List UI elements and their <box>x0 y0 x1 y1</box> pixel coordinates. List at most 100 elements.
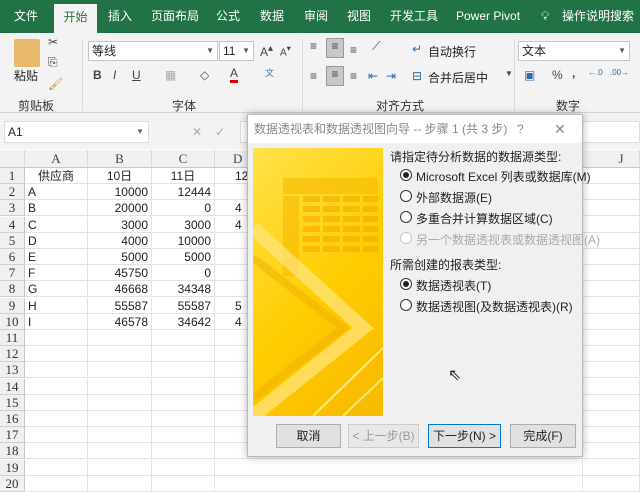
cell[interactable] <box>583 200 640 217</box>
cell[interactable] <box>25 459 88 476</box>
row-header[interactable]: 17 <box>0 427 25 444</box>
cell[interactable] <box>583 330 640 346</box>
tab-data[interactable]: 数据 <box>254 0 290 33</box>
paste-icon[interactable] <box>14 39 40 67</box>
cell[interactable] <box>88 459 152 476</box>
tab-home[interactable]: 开始 <box>54 4 97 33</box>
row-header[interactable]: 20 <box>0 475 25 492</box>
cell[interactable]: 45750 <box>88 265 152 282</box>
radio-button[interactable] <box>400 211 412 223</box>
cell[interactable]: 12444 <box>152 184 215 201</box>
percent-button[interactable]: % <box>552 68 563 82</box>
increase-decimal-icon[interactable]: ←.0 <box>588 68 603 77</box>
orientation-icon[interactable]: ⟋ <box>372 39 380 54</box>
cell[interactable] <box>215 459 583 476</box>
cut-icon[interactable]: ✂ <box>48 35 58 49</box>
cell[interactable] <box>88 394 152 411</box>
row-header[interactable]: 8 <box>0 281 25 298</box>
cell[interactable] <box>583 249 640 265</box>
cell[interactable]: C <box>25 216 88 233</box>
merge-icon[interactable]: ⊟ <box>412 69 422 83</box>
cell[interactable] <box>88 346 152 363</box>
cell[interactable]: 5000 <box>152 249 215 265</box>
cell[interactable] <box>88 411 152 427</box>
cell[interactable]: G <box>25 281 88 298</box>
cell[interactable] <box>25 330 88 346</box>
tab-developer[interactable]: 开发工具 <box>384 0 444 33</box>
align-center-icon[interactable]: ≡ <box>326 66 344 86</box>
column-header[interactable]: B <box>88 150 152 168</box>
radio-button[interactable] <box>400 190 412 202</box>
cell[interactable] <box>25 411 88 427</box>
next-button[interactable]: 下一步(N) > <box>428 424 501 448</box>
cell[interactable]: 20000 <box>88 200 152 217</box>
cell[interactable]: 供应商 <box>25 168 88 184</box>
cell[interactable]: 0 <box>152 265 215 282</box>
cell[interactable]: 5000 <box>88 249 152 265</box>
cell[interactable] <box>152 411 215 427</box>
tab-formulas[interactable]: 公式 <box>210 0 246 33</box>
cell[interactable] <box>583 378 640 395</box>
cell[interactable] <box>583 459 640 476</box>
tab-page-layout[interactable]: 页面布局 <box>145 0 205 33</box>
cell[interactable] <box>583 362 640 379</box>
cell[interactable] <box>583 427 640 444</box>
cell[interactable] <box>25 443 88 460</box>
cell[interactable]: 4000 <box>88 232 152 249</box>
align-left-icon[interactable]: ≡ <box>310 69 317 83</box>
column-header[interactable]: J <box>583 150 640 168</box>
wrap-text-icon[interactable]: ↵ <box>412 42 422 56</box>
row-header[interactable]: 10 <box>0 313 25 330</box>
align-right-icon[interactable]: ≡ <box>350 69 357 83</box>
row-header[interactable]: 18 <box>0 443 25 460</box>
increase-font-icon[interactable]: A▴ <box>260 43 273 59</box>
row-header[interactable]: 2 <box>0 184 25 201</box>
cell[interactable] <box>583 168 640 184</box>
decrease-indent-icon[interactable]: ⇤ <box>368 69 378 83</box>
name-box[interactable]: A1 ▼ <box>4 121 149 143</box>
cell[interactable]: 10000 <box>152 232 215 249</box>
tab-view[interactable]: 视图 <box>341 0 377 33</box>
select-all-corner[interactable] <box>0 150 25 168</box>
cell[interactable]: 3000 <box>152 216 215 233</box>
cell[interactable] <box>152 362 215 379</box>
row-header[interactable]: 15 <box>0 394 25 411</box>
cell[interactable]: 11日 <box>152 168 215 184</box>
copy-icon[interactable]: ⎘ <box>48 55 58 70</box>
cell[interactable]: 55587 <box>152 297 215 314</box>
wrap-text-button[interactable]: 自动换行 <box>428 43 476 60</box>
cell[interactable] <box>215 475 583 492</box>
align-middle-icon[interactable]: ≡ <box>326 38 344 58</box>
cell[interactable] <box>88 378 152 395</box>
row-header[interactable]: 14 <box>0 378 25 395</box>
cell[interactable]: 55587 <box>88 297 152 314</box>
align-bottom-icon[interactable]: ≡ <box>350 43 357 57</box>
row-header[interactable]: 5 <box>0 232 25 249</box>
cell[interactable] <box>25 394 88 411</box>
row-header[interactable]: 9 <box>0 297 25 314</box>
row-header[interactable]: 4 <box>0 216 25 233</box>
bold-button[interactable]: B <box>93 68 102 82</box>
accounting-format-icon[interactable]: ▣ <box>524 68 535 82</box>
font-name-select[interactable]: 等线 ▼ <box>88 41 218 61</box>
underline-button[interactable]: U <box>132 68 141 82</box>
row-header[interactable]: 6 <box>0 249 25 265</box>
cell[interactable]: E <box>25 249 88 265</box>
font-size-select[interactable]: 11 ▼ <box>219 41 254 61</box>
row-header[interactable]: 19 <box>0 459 25 476</box>
cell[interactable]: F <box>25 265 88 282</box>
cell[interactable] <box>583 297 640 314</box>
cell[interactable]: 10日 <box>88 168 152 184</box>
cell[interactable]: 46578 <box>88 313 152 330</box>
tab-insert[interactable]: 插入 <box>102 0 138 33</box>
tab-power-pivot[interactable]: Power Pivot <box>450 0 526 33</box>
cell[interactable] <box>88 330 152 346</box>
number-format-select[interactable]: 文本 ▼ <box>518 41 630 61</box>
row-header[interactable]: 16 <box>0 411 25 427</box>
cell[interactable] <box>152 475 215 492</box>
cell[interactable]: 10000 <box>88 184 152 201</box>
cell[interactable]: 46668 <box>88 281 152 298</box>
cell[interactable] <box>152 459 215 476</box>
chevron-down-icon[interactable]: ▼ <box>505 69 513 78</box>
column-header[interactable]: C <box>152 150 215 168</box>
